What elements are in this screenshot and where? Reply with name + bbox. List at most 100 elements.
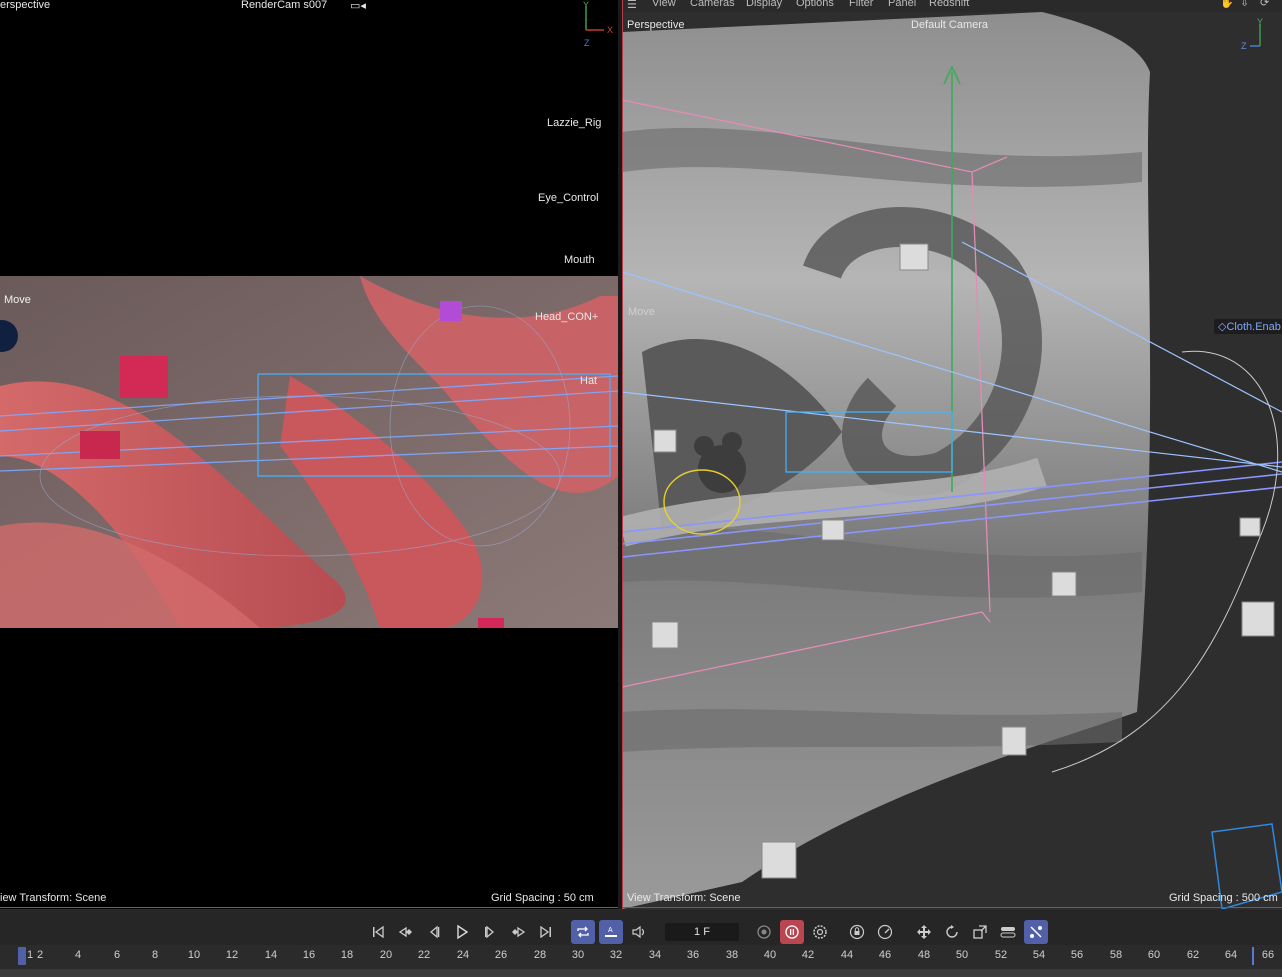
object-label-hat[interactable]: Hat — [580, 375, 597, 387]
right-axis-z-label: Z — [1241, 41, 1247, 51]
scale-icon — [973, 925, 987, 939]
speaker-icon — [632, 925, 645, 939]
tick-label: 34 — [648, 949, 662, 961]
keyframe-settings-button[interactable] — [808, 920, 832, 944]
right-viewport[interactable]: ☰ View Cameras Display Options Filter Pa… — [622, 0, 1282, 909]
tick-label: 28 — [533, 949, 547, 961]
dolly-icon[interactable]: ⇩ — [1240, 0, 1249, 9]
left-camera-menu[interactable]: erspective — [0, 0, 50, 11]
key-param-button[interactable] — [996, 920, 1020, 944]
cloth-tag-label[interactable]: ◇Cloth.Enab — [1214, 319, 1282, 334]
timeline-ruler[interactable]: 1 2 4 6 8 10 12 14 16 18 20 22 24 26 28 … — [0, 945, 1282, 969]
menu-display[interactable]: Display — [746, 0, 782, 9]
menu-filter[interactable]: Filter — [849, 0, 873, 9]
left-camera-name[interactable]: RenderCam s007 — [241, 0, 327, 11]
move-arrows-icon — [917, 925, 931, 939]
tick-label: 10 — [187, 949, 201, 961]
right-view-transform: View Transform: Scene — [627, 892, 741, 904]
menu-redshift[interactable]: Redshift — [929, 0, 969, 9]
camera-icon[interactable]: ▭◂ — [350, 0, 366, 12]
end-frame-marker[interactable] — [1252, 947, 1254, 965]
tick-label: 18 — [340, 949, 354, 961]
loop-toggle[interactable] — [571, 920, 595, 944]
record-key-button[interactable] — [752, 920, 776, 944]
tick-label: 46 — [878, 949, 892, 961]
tick-label: 26 — [494, 949, 508, 961]
tick-label: 40 — [763, 949, 777, 961]
tick-label: 42 — [801, 949, 815, 961]
key-rotation-button[interactable] — [940, 920, 964, 944]
skip-end-icon — [540, 925, 551, 939]
tick-label: 6 — [113, 949, 121, 961]
menu-panel[interactable]: Panel — [888, 0, 916, 9]
tick-label: 54 — [1032, 949, 1046, 961]
playback-rate-icon: A — [605, 927, 617, 937]
key-position-button[interactable] — [912, 920, 936, 944]
next-key-button[interactable] — [506, 920, 530, 944]
object-label-eye-control[interactable]: Eye_Control — [538, 192, 599, 204]
svg-text:A: A — [608, 927, 613, 934]
tick-label: 20 — [379, 949, 393, 961]
rotate-view-icon[interactable]: ⟳ — [1260, 0, 1269, 9]
step-back-icon — [429, 925, 440, 939]
tick-label: 58 — [1109, 949, 1123, 961]
menu-options[interactable]: Options — [796, 0, 834, 9]
pan-hand-icon[interactable]: ✋ — [1220, 0, 1234, 9]
tick-label: 64 — [1224, 949, 1238, 961]
playback-rate-button[interactable]: A — [599, 920, 623, 944]
tick-label: 56 — [1070, 949, 1084, 961]
tick-label: 66 — [1261, 949, 1275, 961]
next-frame-button[interactable] — [478, 920, 502, 944]
left-viewport-border — [0, 907, 618, 908]
tick-label: 4 — [74, 949, 82, 961]
point-level-icon — [1030, 926, 1042, 938]
key-interpolation-button[interactable] — [873, 920, 897, 944]
key-point-button[interactable] — [1024, 920, 1048, 944]
key-selection-button[interactable] — [845, 920, 869, 944]
tick-label: 36 — [686, 949, 700, 961]
right-viewport-bottom-border — [622, 907, 1282, 908]
autokey-toggle[interactable] — [780, 920, 804, 944]
skip-start-icon — [373, 925, 384, 939]
right-axis-y-label: Y — [1257, 17, 1263, 27]
tick-label: 32 — [609, 949, 623, 961]
right-grid-spacing: Grid Spacing : 500 cm — [1169, 892, 1278, 904]
right-camera-name[interactable]: Default Camera — [911, 19, 988, 31]
axis-z-label: Z — [584, 38, 590, 48]
left-grid-spacing: Grid Spacing : 50 cm — [491, 892, 594, 904]
play-icon — [457, 924, 469, 940]
previous-frame-button[interactable] — [422, 920, 446, 944]
rotate-icon — [946, 925, 958, 938]
next-key-icon — [512, 926, 526, 938]
menu-view[interactable]: View — [652, 0, 676, 9]
key-scale-button[interactable] — [968, 920, 992, 944]
object-label-mouth[interactable]: Mouth — [564, 254, 595, 266]
object-label-rig[interactable]: Lazzie_Rig — [547, 117, 601, 129]
render-region-image — [0, 276, 618, 628]
play-button[interactable] — [450, 920, 474, 944]
tick-label: 48 — [917, 949, 931, 961]
tick-label: 22 — [417, 949, 431, 961]
tick-label: 1 — [26, 949, 34, 961]
current-frame-marker[interactable] — [18, 947, 26, 965]
tick-label: 60 — [1147, 949, 1161, 961]
hamburger-icon[interactable]: ☰ — [627, 0, 637, 11]
object-label-head-con[interactable]: Head_CON+ — [535, 311, 598, 323]
go-to-end-button[interactable] — [534, 920, 558, 944]
previous-key-icon — [398, 926, 412, 938]
tick-label: 50 — [955, 949, 969, 961]
go-to-start-button[interactable] — [366, 920, 390, 944]
current-frame-field[interactable]: 1 F — [665, 923, 739, 941]
tick-label: 30 — [571, 949, 585, 961]
axis-x-label: X — [607, 25, 613, 35]
left-viewport[interactable]: erspective RenderCam s007 ▭◂ Y X Z Lazzi… — [0, 0, 618, 909]
lock-icon — [849, 924, 865, 940]
previous-key-button[interactable] — [394, 920, 418, 944]
gauge-icon — [877, 924, 893, 940]
tick-label: 44 — [840, 949, 854, 961]
axis-y-label: Y — [583, 0, 589, 10]
menu-cameras[interactable]: Cameras — [690, 0, 735, 9]
timeline-scrollbar[interactable] — [0, 969, 1282, 977]
right-camera-menu[interactable]: Perspective — [627, 19, 684, 31]
sound-toggle[interactable] — [627, 920, 651, 944]
